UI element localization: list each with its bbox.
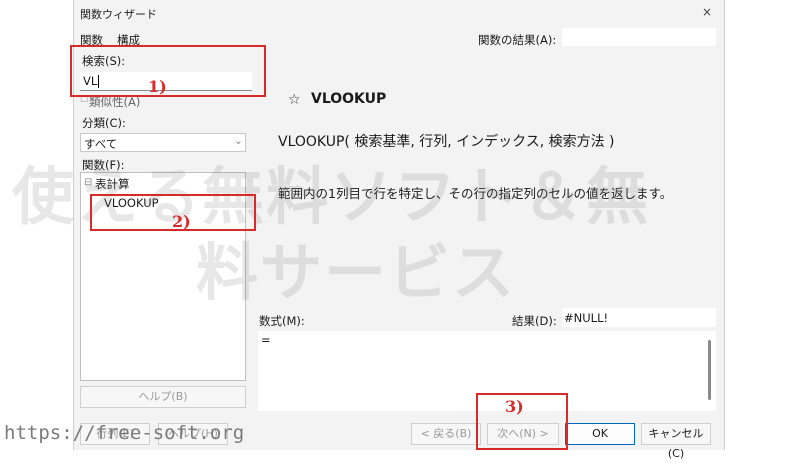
- annotation-label-2: 2): [172, 212, 191, 231]
- watermark-line-2: 料サービス: [196, 236, 517, 309]
- formula-scrollbar[interactable]: [708, 340, 711, 400]
- annotation-label-3: 3): [505, 397, 524, 416]
- ok-button[interactable]: OK: [565, 423, 635, 445]
- watermark-url: https://free-soft.org: [4, 422, 245, 444]
- function-name: VLOOKUP: [311, 91, 387, 107]
- dialog-title: 関数ウィザード: [80, 8, 157, 21]
- formula-content: =: [261, 333, 271, 347]
- category-label: 分類(C):: [82, 116, 126, 130]
- cancel-button[interactable]: キャンセル(C): [641, 423, 711, 460]
- result-value: #NULL!: [564, 311, 609, 325]
- formula-label: 数式(M):: [259, 314, 305, 328]
- annotation-label-1: 1): [148, 77, 167, 96]
- function-result-field: [562, 28, 716, 46]
- back-button[interactable]: < 戻る(B): [411, 423, 481, 445]
- star-icon: ☆: [288, 92, 301, 108]
- result-field: #NULL!: [562, 308, 716, 327]
- annotation-box-1: [70, 45, 266, 97]
- close-icon[interactable]: ×: [702, 5, 712, 19]
- function-result-label: 関数の結果(A):: [478, 33, 557, 47]
- help-b-button[interactable]: ヘルプ(B): [80, 386, 246, 408]
- result-label: 結果(D):: [512, 314, 557, 328]
